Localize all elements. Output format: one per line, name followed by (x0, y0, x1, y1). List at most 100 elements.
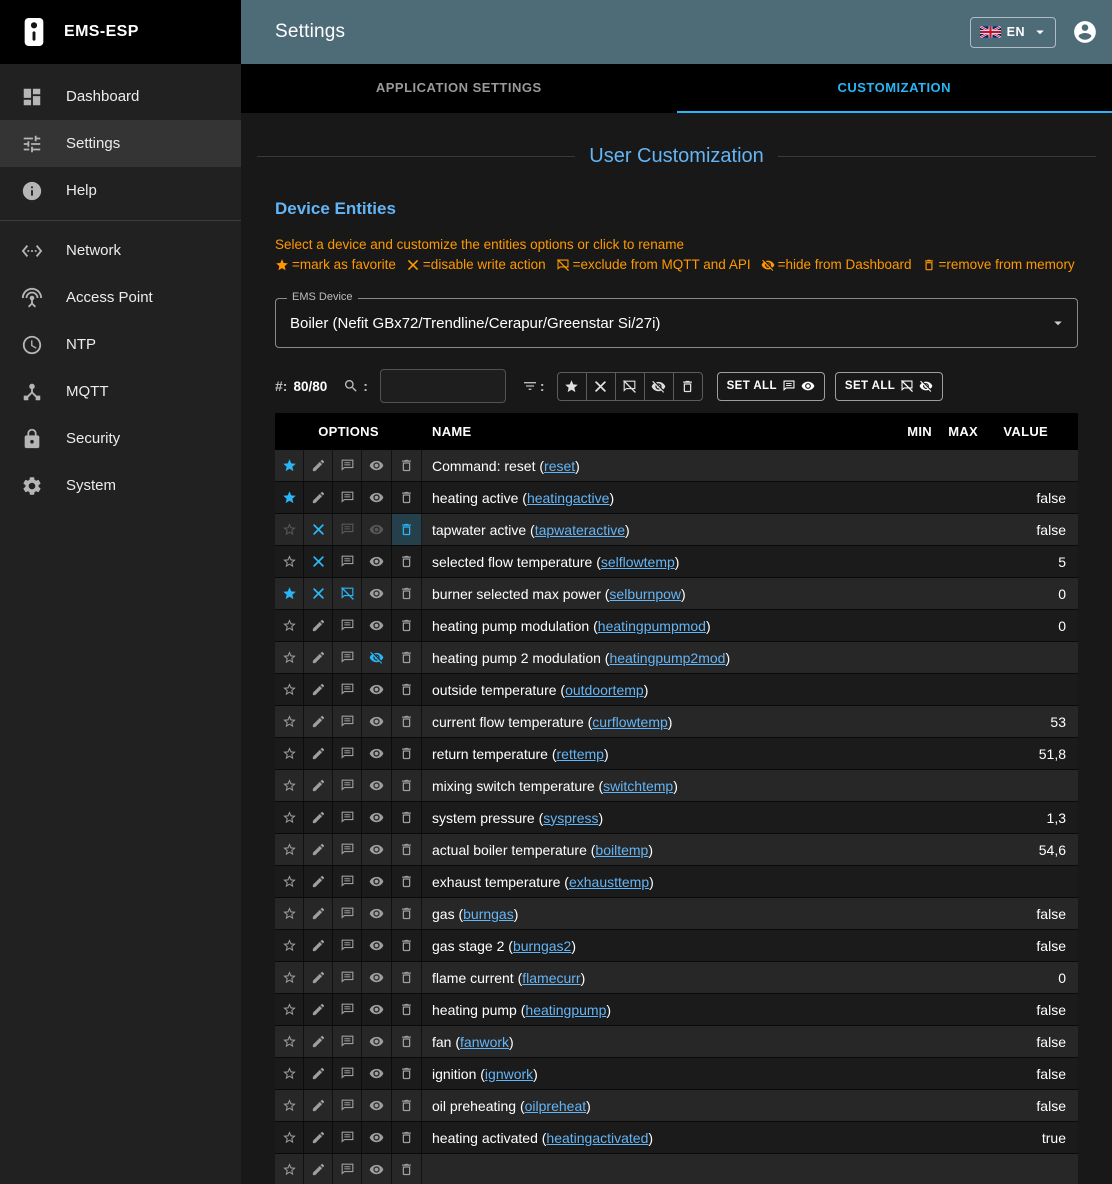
search-input[interactable] (380, 369, 506, 403)
favorite-all-button[interactable] (557, 372, 587, 401)
hide-toggle[interactable] (362, 578, 392, 609)
remove-toggle[interactable] (392, 1058, 422, 1089)
favorite-toggle[interactable] (275, 866, 304, 897)
entity-shortname-link[interactable]: selburnpow (609, 586, 681, 602)
favorite-toggle[interactable] (275, 962, 304, 993)
exclude-mqtt-toggle[interactable] (333, 834, 362, 865)
entity-shortname-link[interactable]: selflowtemp (601, 554, 675, 570)
favorite-toggle[interactable] (275, 514, 304, 545)
remove-toggle[interactable] (392, 674, 422, 705)
entity-name[interactable]: mixing switch temperature (switchtemp) (432, 778, 678, 794)
hide-toggle[interactable] (362, 642, 392, 673)
sidebar-item-security[interactable]: Security (0, 415, 241, 462)
exclude-mqtt-toggle[interactable] (333, 546, 362, 577)
hide-toggle[interactable] (362, 834, 392, 865)
exclude-mqtt-toggle[interactable] (333, 1090, 362, 1121)
exclude-mqtt-toggle[interactable] (333, 930, 362, 961)
disable-write-toggle[interactable] (304, 770, 333, 801)
entity-shortname-link[interactable]: heatingpump (525, 1002, 606, 1018)
entity-name[interactable]: outside temperature (outdoortemp) (432, 682, 648, 698)
hide-toggle[interactable] (362, 770, 392, 801)
entity-name[interactable]: burner selected max power (selburnpow) (432, 586, 686, 602)
remove-toggle[interactable] (392, 1154, 422, 1184)
disable-write-toggle[interactable] (304, 482, 333, 513)
exclude-mqtt-toggle[interactable] (333, 1058, 362, 1089)
remove-toggle[interactable] (392, 898, 422, 929)
entity-name[interactable]: heating pump 2 modulation (heatingpump2m… (432, 650, 730, 666)
exclude-mqtt-toggle[interactable] (333, 994, 362, 1025)
exclude-mqtt-toggle[interactable] (333, 770, 362, 801)
disable-write-toggle[interactable] (304, 674, 333, 705)
entity-name[interactable]: heating active (heatingactive) (432, 490, 614, 506)
remove-toggle[interactable] (392, 1090, 422, 1121)
entity-shortname-link[interactable]: heatingactivated (546, 1130, 648, 1146)
remove-all-button[interactable] (673, 372, 703, 401)
hide-toggle[interactable] (362, 1058, 392, 1089)
remove-toggle[interactable] (392, 994, 422, 1025)
hide-toggle[interactable] (362, 1026, 392, 1057)
exclude-mqtt-toggle[interactable] (333, 482, 362, 513)
disable-write-toggle[interactable] (304, 450, 333, 481)
exclude-mqtt-toggle[interactable] (333, 610, 362, 641)
remove-toggle[interactable] (392, 802, 422, 833)
sidebar-item-ntp[interactable]: NTP (0, 321, 241, 368)
exclude-mqtt-all-button[interactable] (615, 372, 645, 401)
remove-toggle[interactable] (392, 834, 422, 865)
favorite-toggle[interactable] (275, 546, 304, 577)
hide-toggle[interactable] (362, 930, 392, 961)
entity-shortname-link[interactable]: switchtemp (603, 778, 673, 794)
remove-toggle[interactable] (392, 578, 422, 609)
hide-toggle[interactable] (362, 546, 392, 577)
hide-toggle[interactable] (362, 610, 392, 641)
disable-write-toggle[interactable] (304, 1154, 333, 1184)
hide-toggle[interactable] (362, 866, 392, 897)
disable-write-toggle[interactable] (304, 866, 333, 897)
entity-name[interactable]: gas (burngas) (432, 906, 518, 922)
disable-write-toggle[interactable] (304, 802, 333, 833)
set-all-hide-button[interactable]: SET ALL (835, 372, 943, 401)
entity-shortname-link[interactable]: rettemp (557, 746, 604, 762)
hide-toggle[interactable] (362, 450, 392, 481)
disable-write-toggle[interactable] (304, 930, 333, 961)
exclude-mqtt-toggle[interactable] (333, 706, 362, 737)
disable-write-toggle[interactable] (304, 578, 333, 609)
hide-toggle[interactable] (362, 994, 392, 1025)
favorite-toggle[interactable] (275, 1154, 304, 1184)
favorite-toggle[interactable] (275, 642, 304, 673)
entity-shortname-link[interactable]: flamecurr (522, 970, 580, 986)
exclude-mqtt-toggle[interactable] (333, 866, 362, 897)
ems-device-select[interactable]: EMS Device Boiler (Nefit GBx72/Trendline… (275, 298, 1078, 348)
entity-name[interactable]: heating activated (heatingactivated) (432, 1130, 653, 1146)
language-select[interactable]: EN (970, 17, 1056, 48)
entity-name[interactable]: heating pump modulation (heatingpumpmod) (432, 618, 711, 634)
hide-toggle[interactable] (362, 674, 392, 705)
hide-toggle[interactable] (362, 738, 392, 769)
favorite-toggle[interactable] (275, 1058, 304, 1089)
remove-toggle[interactable] (392, 642, 422, 673)
entity-shortname-link[interactable]: heatingactive (527, 490, 610, 506)
entity-shortname-link[interactable]: tapwateractive (535, 522, 625, 538)
entity-shortname-link[interactable]: ignwork (485, 1066, 533, 1082)
account-icon[interactable] (1072, 19, 1098, 45)
exclude-mqtt-toggle[interactable] (333, 674, 362, 705)
remove-toggle[interactable] (392, 450, 422, 481)
exclude-mqtt-toggle[interactable] (333, 1122, 362, 1153)
entity-name[interactable]: actual boiler temperature (boiltemp) (432, 842, 653, 858)
favorite-toggle[interactable] (275, 482, 304, 513)
remove-toggle[interactable] (392, 866, 422, 897)
entity-name[interactable]: gas stage 2 (burngas2) (432, 938, 576, 954)
hide-toggle[interactable] (362, 1090, 392, 1121)
favorite-toggle[interactable] (275, 1090, 304, 1121)
disable-write-toggle[interactable] (304, 1090, 333, 1121)
hide-toggle[interactable] (362, 802, 392, 833)
entity-name[interactable]: return temperature (rettemp) (432, 746, 609, 762)
entity-name[interactable]: exhaust temperature (exhausttemp) (432, 874, 654, 890)
disable-write-toggle[interactable] (304, 642, 333, 673)
remove-toggle[interactable] (392, 610, 422, 641)
hide-toggle[interactable] (362, 1154, 392, 1184)
entity-name[interactable]: selected flow temperature (selflowtemp) (432, 554, 679, 570)
disable-write-toggle[interactable] (304, 610, 333, 641)
entity-shortname-link[interactable]: outdoortemp (565, 682, 644, 698)
entity-name[interactable]: tapwater active (tapwateractive) (432, 522, 630, 538)
favorite-toggle[interactable] (275, 1122, 304, 1153)
